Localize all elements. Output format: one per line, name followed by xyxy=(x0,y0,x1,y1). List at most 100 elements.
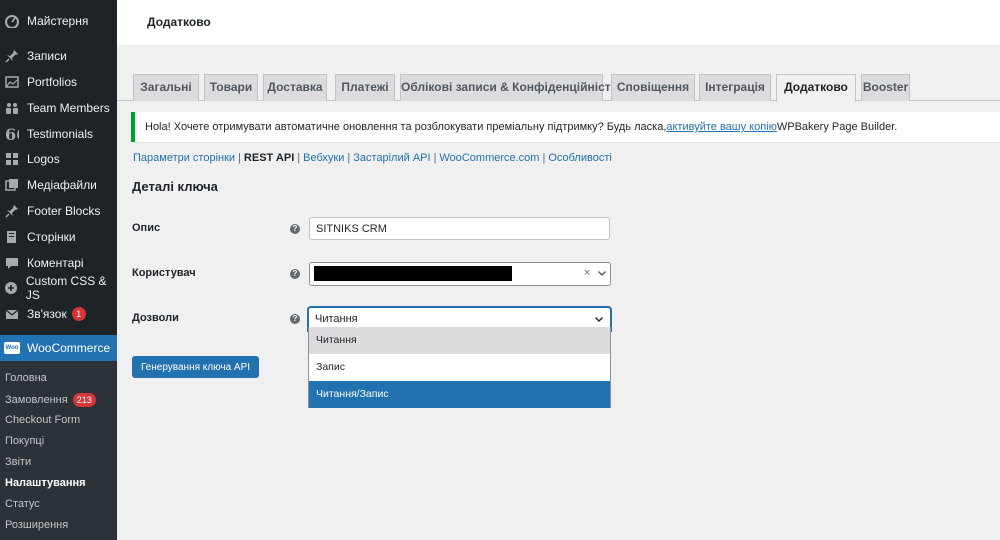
sidebar-item-label: Коментарі xyxy=(27,256,84,270)
mail-icon xyxy=(4,306,20,322)
help-icon[interactable]: ? xyxy=(290,224,300,234)
tab[interactable]: Інтеграція xyxy=(699,74,771,101)
sidebar-item[interactable]: Майстерня xyxy=(0,8,117,34)
tab[interactable]: Облікові записи & Конфіденційність xyxy=(400,74,618,101)
tab[interactable]: Загальні xyxy=(133,74,199,101)
notification-badge: 1 xyxy=(71,307,86,321)
media-icon xyxy=(4,177,20,193)
redacted-user-value xyxy=(314,266,512,281)
submenu-item[interactable]: Покупці xyxy=(5,435,44,447)
notice-text-after: WPBakery Page Builder. xyxy=(776,121,898,133)
sidebar-item-label: Team Members xyxy=(27,101,110,115)
notice-activate-link[interactable]: активуйте вашу копію xyxy=(666,121,777,133)
quote-icon: 66 xyxy=(4,126,20,142)
dashboard-icon xyxy=(4,13,20,29)
svg-text:66: 66 xyxy=(5,127,19,141)
comment-icon xyxy=(4,255,20,271)
submenu-item-label: Розширення xyxy=(5,519,69,531)
top-header: Додатково xyxy=(117,0,1000,45)
subnav-link[interactable]: Застарілий API xyxy=(353,152,430,164)
sidebar-item[interactable]: Logos xyxy=(0,146,117,172)
permissions-option[interactable]: Запис xyxy=(309,354,610,381)
permissions-option[interactable]: Читання/Запис xyxy=(309,381,610,408)
sidebar-item[interactable]: Footer Blocks xyxy=(0,198,117,224)
subnav-separator: | xyxy=(238,152,241,164)
orders-count-badge: 213 xyxy=(72,393,96,407)
sidebar-item-label: WooCommerce xyxy=(27,341,111,355)
update-notice: Hola! Хочете отримувати автоматичне онов… xyxy=(131,112,1000,142)
subnav-link[interactable]: WooCommerce.com xyxy=(439,152,539,164)
sidebar-item-label: Зв'язок xyxy=(27,307,67,321)
sidebar-item-label: Testimonials xyxy=(27,127,94,141)
description-input[interactable] xyxy=(309,217,610,240)
subnav-separator: | xyxy=(433,152,437,164)
submenu-item-label: Головна xyxy=(5,372,47,384)
tab[interactable]: Сповіщення xyxy=(611,74,695,101)
sidebar-item-label: Portfolios xyxy=(27,75,78,89)
user-select[interactable]: × xyxy=(309,262,611,286)
submenu-item[interactable]: Розширення xyxy=(5,519,68,531)
tab[interactable]: Товари xyxy=(204,74,258,101)
subnav-link[interactable]: Параметри сторінки xyxy=(133,152,235,164)
submenu-item[interactable]: Налаштування xyxy=(5,477,86,489)
description-label: Опис xyxy=(132,222,161,234)
chevron-down-icon xyxy=(595,317,603,322)
user-label: Користувач xyxy=(132,267,196,279)
sidebar-item[interactable]: Team Members xyxy=(0,95,117,121)
generate-api-key-button[interactable]: Генерування ключа API xyxy=(132,356,259,378)
page-icon xyxy=(4,229,20,245)
sidebar-item[interactable]: Portfolios xyxy=(0,69,117,95)
help-icon[interactable]: ? xyxy=(290,314,300,324)
sidebar-item[interactable]: Записи xyxy=(0,43,117,69)
tab[interactable]: Booster xyxy=(861,74,910,101)
help-icon[interactable]: ? xyxy=(290,269,300,279)
permissions-label: Дозволи xyxy=(132,312,179,324)
permissions-dropdown-list: Читання Запис Читання/Запис xyxy=(308,327,611,408)
tab[interactable]: Додатково xyxy=(776,74,856,102)
subnav-separator: | xyxy=(542,152,546,164)
grid-icon xyxy=(4,151,20,167)
chevron-down-icon xyxy=(598,271,606,276)
sidebar-item[interactable]: 66 Testimonials xyxy=(0,121,117,147)
sidebar-item[interactable]: Сторінки xyxy=(0,224,117,250)
submenu-item-label: Покупці xyxy=(5,435,45,447)
subnav-link: REST API xyxy=(243,152,295,164)
permissions-option[interactable]: Читання xyxy=(309,327,610,354)
submenu-item[interactable]: Замовлення 213 xyxy=(5,393,96,407)
advanced-subnav: Параметри сторінки | REST API | Вебхуки | Заст… xyxy=(133,151,612,165)
submenu-item-label: Налаштування xyxy=(5,477,86,489)
sidebar-item-label: Custom CSS & JS xyxy=(25,274,107,302)
pin-icon xyxy=(4,48,20,64)
sidebar-item[interactable]: Коментарі xyxy=(0,250,117,276)
team-icon xyxy=(4,100,20,116)
page-header-title: Додатково xyxy=(147,15,211,29)
subnav-separator: | xyxy=(297,152,301,164)
tab[interactable]: Доставка xyxy=(263,74,327,101)
submenu-item[interactable]: Статус xyxy=(5,498,40,510)
submenu-item[interactable]: Checkout Form xyxy=(5,414,80,426)
sidebar-item-label: Медіафайли xyxy=(27,178,97,192)
submenu-item-label: Статус xyxy=(5,498,40,510)
submenu-item-label: Замовлення xyxy=(5,394,68,406)
sidebar-item[interactable]: Custom CSS & JS xyxy=(0,274,117,302)
submenu-item[interactable]: Головна xyxy=(5,372,47,384)
submenu-item-label: Звіти xyxy=(5,456,32,468)
sidebar-item-label: Footer Blocks xyxy=(27,204,101,218)
portfolio-icon xyxy=(4,74,20,90)
sidebar-item-label: Logos xyxy=(27,152,60,166)
clear-icon[interactable]: × xyxy=(584,267,590,279)
subnav-link[interactable]: Вебхуки xyxy=(303,152,344,164)
sidebar-item-label: Записи xyxy=(27,49,67,63)
sidebar-item-woocommerce[interactable]: Woo WooCommerce xyxy=(0,335,117,361)
submenu-item[interactable]: Звіти xyxy=(5,456,31,468)
tab[interactable]: Платежі xyxy=(335,74,395,101)
sidebar-item[interactable]: Медіафайли xyxy=(0,172,117,198)
subnav-link[interactable]: Особливості xyxy=(548,152,612,164)
subnav-separator: | xyxy=(347,152,351,164)
sidebar-item[interactable]: Зв'язок 1 xyxy=(0,301,117,327)
sidebar-item-label: Майстерня xyxy=(27,14,89,28)
submenu-item-label: Checkout Form xyxy=(5,414,81,426)
plus-circle-icon xyxy=(4,280,19,296)
notice-text-before: Hola! Хочете отримувати автоматичне онов… xyxy=(145,121,667,133)
pin-icon xyxy=(4,203,20,219)
